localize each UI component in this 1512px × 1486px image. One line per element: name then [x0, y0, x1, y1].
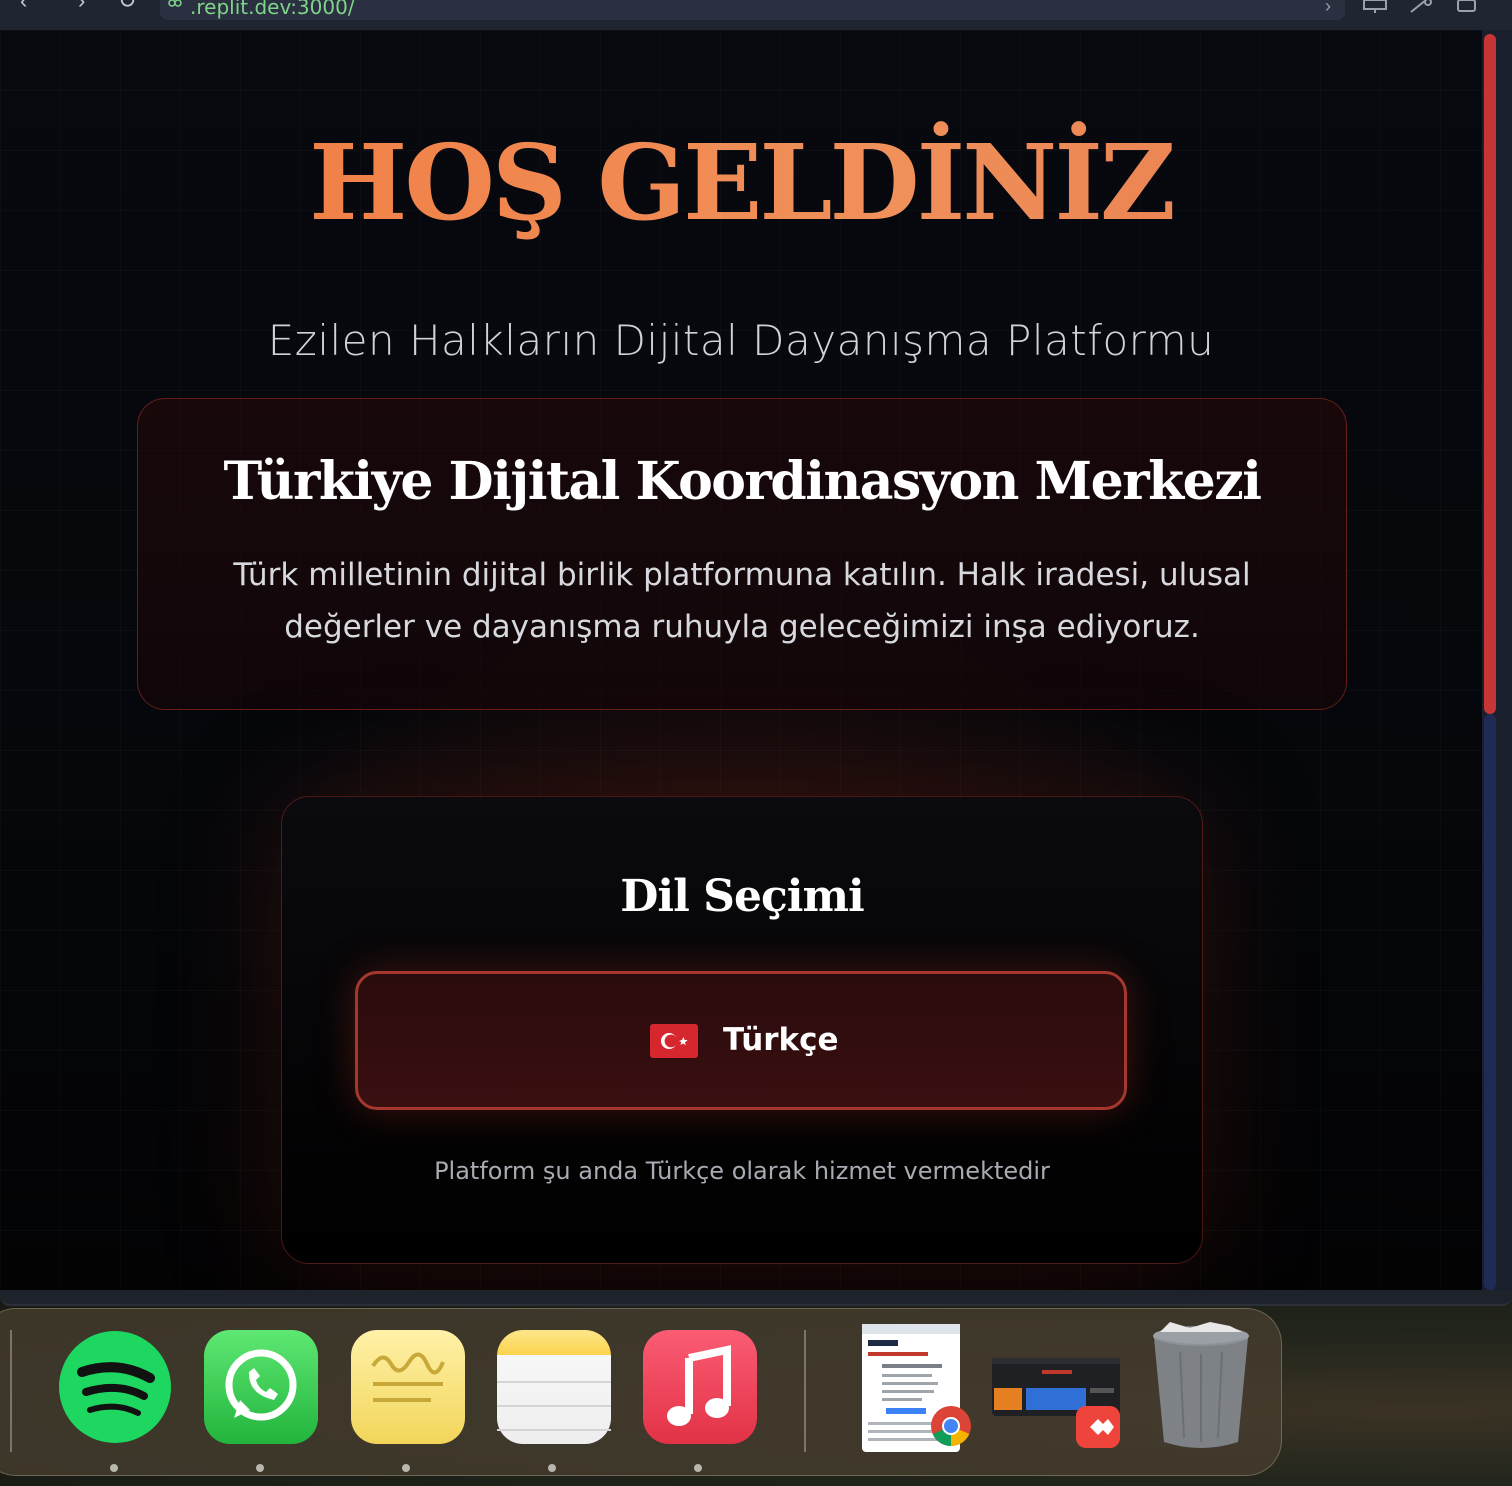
running-indicator: [110, 1464, 118, 1472]
browser-toolbar: ‹ › ↻ .replit.dev:3000/ ›: [0, 0, 1512, 30]
link-icon: [168, 0, 182, 7]
reload-icon[interactable]: ↻: [118, 0, 136, 12]
running-indicator: [548, 1464, 556, 1472]
scrollbar-thumb[interactable]: [1484, 34, 1496, 714]
language-card: Dil Seçimi Türkçe Platform şu anda Türkç…: [281, 796, 1203, 1264]
running-indicator: [402, 1464, 410, 1472]
dock-separator: [804, 1330, 806, 1452]
address-bar[interactable]: .replit.dev:3000/ ›: [160, 0, 1345, 20]
intro-card: Türkiye Dijital Koordinasyon Merkezi Tür…: [137, 398, 1347, 710]
music-icon[interactable]: [643, 1330, 757, 1444]
browser-window: ‹ › ↻ .replit.dev:3000/ › HOŞ GELDİNİZ E…: [0, 0, 1512, 1306]
language-button-label: Türkçe: [723, 1022, 839, 1058]
monitor-icon[interactable]: [1362, 0, 1388, 14]
notes-icon[interactable]: [497, 1330, 611, 1444]
dock-separator-left: [10, 1330, 12, 1452]
forward-arrow-icon[interactable]: ›: [1325, 0, 1331, 17]
scrollbar-lower-track: [1484, 714, 1496, 1290]
spotify-icon[interactable]: [58, 1330, 172, 1444]
page-viewport: HOŞ GELDİNİZ Ezilen Halkların Dijital Da…: [0, 30, 1482, 1290]
back-icon[interactable]: ‹: [20, 0, 27, 12]
whatsapp-icon[interactable]: [204, 1330, 318, 1444]
package-icon[interactable]: [1456, 0, 1478, 14]
running-indicator: [256, 1464, 264, 1472]
platform-subtitle: Ezilen Halkların Dijital Dayanışma Platf…: [267, 316, 1215, 365]
intro-card-title: Türkiye Dijital Koordinasyon Merkezi: [223, 451, 1262, 512]
url-text: .replit.dev:3000/: [190, 0, 355, 19]
running-indicator: [694, 1464, 702, 1472]
trash-icon[interactable]: [1150, 1322, 1252, 1450]
intro-card-text: Türk milletinin dijital birlik platformu…: [233, 557, 1251, 645]
forward-icon[interactable]: ›: [78, 0, 85, 12]
turkey-flag-icon: [650, 1024, 698, 1058]
turkish-language-button[interactable]: Türkçe: [355, 971, 1127, 1110]
stickies-icon[interactable]: [351, 1330, 465, 1444]
chrome-icon: [930, 1405, 972, 1447]
anydesk-icon: [1076, 1406, 1120, 1448]
language-note: Platform şu anda Türkçe olarak hizmet ve…: [434, 1157, 1050, 1185]
language-card-title: Dil Seçimi: [620, 871, 864, 922]
welcome-title: HOŞ GELDİNİZ: [0, 118, 1482, 248]
wrench-icon[interactable]: [1408, 0, 1434, 14]
